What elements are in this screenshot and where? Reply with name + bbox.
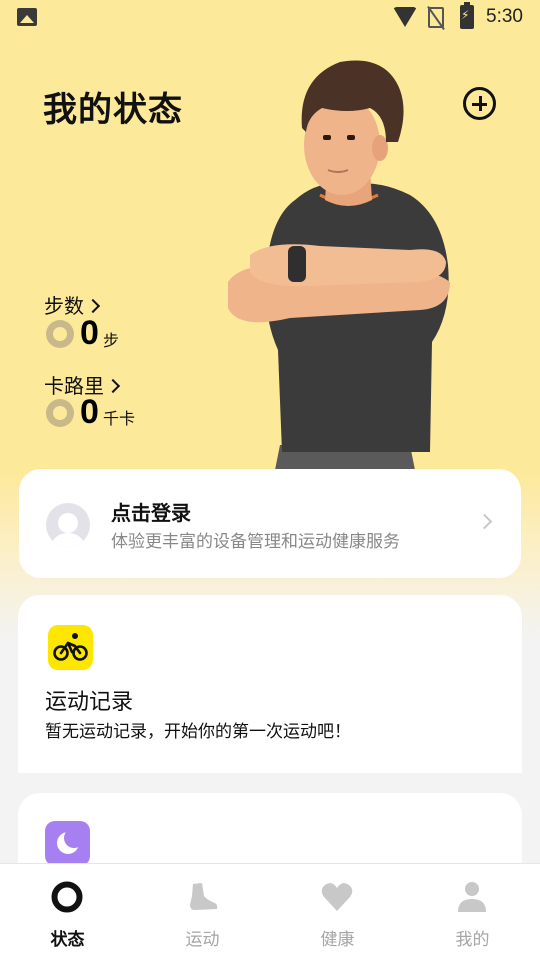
chevron-right-icon — [105, 378, 121, 394]
nav-label-health: 健康 — [320, 930, 355, 950]
shoe-icon — [190, 883, 218, 910]
login-card[interactable]: 点击登录 体验更丰富的设备管理和运动健康服务 — [19, 469, 521, 578]
cycling-icon — [48, 625, 93, 670]
page-title: 我的状态 — [43, 90, 183, 130]
sport-record-subtitle: 暂无运动记录，开始你的第一次运动吧！ — [45, 722, 351, 742]
character-watch — [288, 246, 306, 282]
login-subtitle: 体验更丰富的设备管理和运动健康服务 — [111, 532, 400, 552]
nav-label-mine: 我的 — [455, 930, 490, 950]
steps-unit: 步 — [103, 331, 120, 350]
nav-label-status: 状态 — [50, 930, 85, 950]
steps-ring-icon — [46, 320, 74, 348]
nav-item-sport[interactable]: 运动 — [135, 864, 270, 960]
sport-record-title: 运动记录 — [45, 690, 134, 715]
login-title: 点击登录 — [111, 501, 191, 525]
character-eye-left — [323, 135, 331, 140]
status-bar: 5:30 — [0, 0, 540, 36]
calories-unit: 千卡 — [103, 409, 136, 428]
moon-icon — [45, 821, 90, 866]
character-eye-right — [347, 135, 355, 140]
steps-value: 0 — [80, 314, 99, 352]
chevron-right-icon — [476, 513, 493, 530]
nav-item-mine[interactable]: 我的 — [405, 864, 540, 960]
status-time: 5:30 — [486, 6, 523, 27]
calories-ring-icon — [46, 399, 74, 427]
steps-label: 步数 — [44, 294, 84, 318]
character-arm-upper — [250, 244, 446, 287]
character-ear — [372, 135, 388, 161]
nav-item-status[interactable]: 状态 — [0, 864, 135, 960]
bottom-nav: 状态 运动 健康 我的 — [0, 863, 540, 960]
wifi-icon — [393, 7, 417, 27]
status-ring-icon — [51, 881, 83, 913]
nav-item-health[interactable]: 健康 — [270, 864, 405, 960]
chevron-right-icon — [85, 298, 101, 314]
heart-icon — [321, 883, 353, 911]
battery-charging-icon — [460, 2, 474, 29]
gallery-icon — [17, 8, 37, 26]
person-icon — [458, 882, 486, 912]
no-sim-icon — [428, 7, 444, 28]
avatar — [46, 503, 90, 547]
calories-value: 0 — [80, 393, 99, 431]
nav-label-sport: 运动 — [185, 930, 220, 950]
character-illustration — [228, 60, 450, 470]
sport-record-card[interactable]: 运动记录 暂无运动记录，开始你的第一次运动吧！ — [18, 595, 522, 773]
